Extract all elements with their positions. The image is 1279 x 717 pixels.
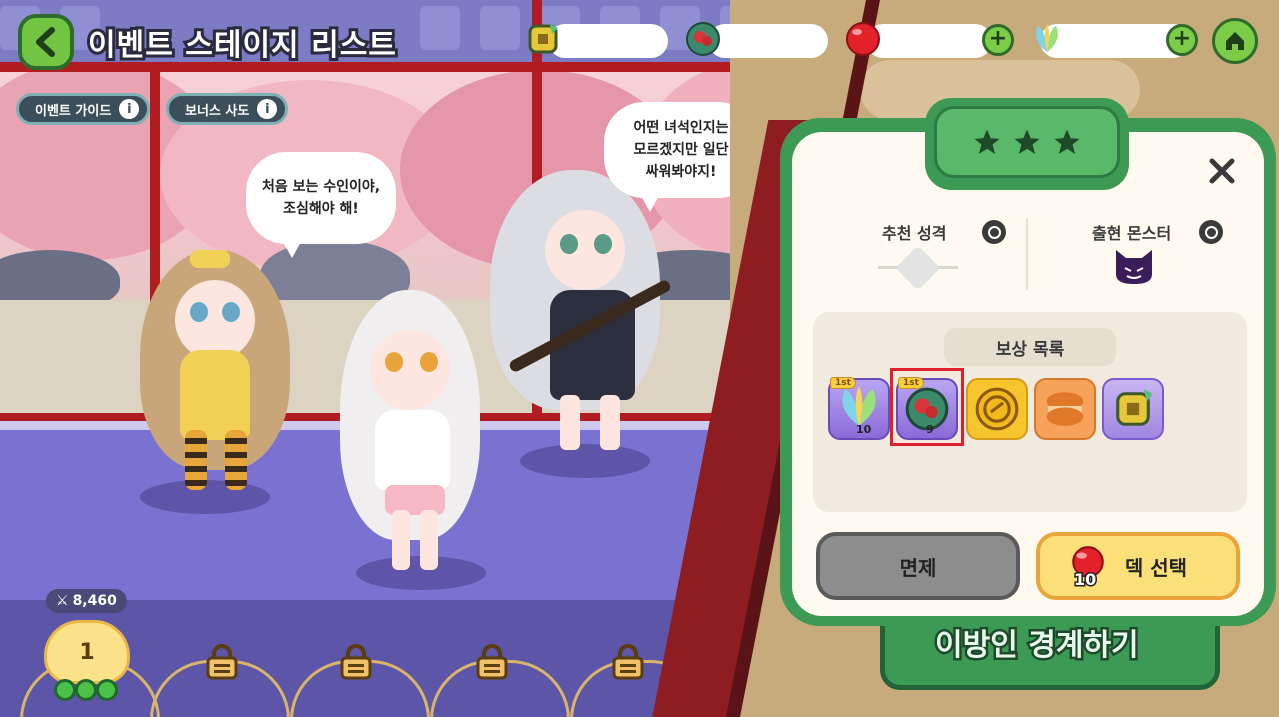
event-guide-label: 이벤트 가이드 [35, 103, 112, 119]
speech-right-text: 어떤 녀석인지는 모르겠지만 일단 싸워봐야지! [633, 120, 729, 180]
first-clear-badge: 1st [830, 377, 856, 389]
rose-orb-icon [682, 18, 724, 60]
stage-node-locked[interactable] [606, 640, 650, 684]
bonus-sado-button[interactable]: 보너스 사도 i [166, 93, 289, 125]
mission-banner-text: 이방인 경계하기 [933, 626, 1142, 666]
red-candy-icon [842, 18, 884, 60]
deck-select-button[interactable]: 덱 선택 [1036, 532, 1240, 600]
dismiss-label: 면제 [899, 555, 937, 580]
home-icon [1226, 32, 1244, 50]
lock-icon [476, 644, 508, 680]
gold-coin-icon [975, 387, 1019, 431]
reward-item-macaron[interactable] [1034, 378, 1096, 440]
bonus-sado-label: 보너스 사도 [185, 103, 250, 119]
crossed-swords-icon: ⚔ [56, 593, 69, 609]
stage-number: 1 [79, 639, 95, 665]
reward-item-gold-bell[interactable] [1102, 378, 1164, 440]
character-left [130, 250, 300, 490]
speech-bubble-left: 처음 보는 수인이야, 조심해야 해! [246, 152, 396, 258]
star-dot [54, 679, 76, 701]
speech-left-text: 처음 보는 수인이야, 조심해야 해! [261, 179, 381, 217]
lock-icon [206, 644, 238, 680]
personality-placeholder-icon [878, 245, 958, 291]
star-dot [96, 679, 118, 701]
reward-item-gold-coin[interactable] [966, 378, 1028, 440]
add-candy-button[interactable]: + [982, 24, 1014, 56]
macaron-icon [1046, 392, 1084, 426]
dismiss-button[interactable]: 면제 [816, 532, 1020, 600]
character-right [490, 170, 680, 460]
power-value: 8,460 [72, 593, 117, 609]
lock-icon [340, 644, 372, 680]
info-icon: i [257, 99, 278, 119]
monster-cat-icon[interactable] [1112, 246, 1156, 286]
gold-bell-icon [522, 18, 564, 60]
reward-qty: 10 [856, 423, 872, 436]
event-guide-button[interactable]: 이벤트 가이드 i [16, 93, 151, 125]
leaf-crystal-icon [1026, 18, 1068, 60]
power-badge: ⚔ 8,460 [46, 589, 127, 613]
info-icon: i [119, 99, 140, 119]
search-icon[interactable] [1199, 220, 1223, 244]
gold-bell-icon [1116, 389, 1153, 426]
star-icon [1054, 129, 1080, 154]
back-button[interactable] [18, 14, 74, 70]
stage-node-current[interactable]: 1 [44, 620, 130, 684]
lock-icon [612, 644, 644, 680]
selected-reward-highlight [890, 368, 964, 446]
resource-bar-bell [548, 24, 668, 58]
deck-cost-value: 10 [1072, 569, 1097, 591]
star-icon [1014, 129, 1040, 154]
search-icon[interactable] [982, 220, 1006, 244]
recommended-personality-label: 추천 성격 [882, 224, 947, 243]
star-dot [75, 679, 97, 701]
star-icon [974, 129, 1000, 154]
reward-list-title: 보상 목록 [944, 328, 1116, 366]
resource-bar-candy [866, 24, 992, 58]
add-leaf-button[interactable]: + [1166, 24, 1198, 56]
stars-display [934, 106, 1120, 178]
deck-cost: 10 [1068, 544, 1108, 592]
deck-select-label: 덱 선택 [1124, 555, 1188, 580]
stage-node-locked[interactable] [334, 640, 378, 684]
close-button[interactable] [1206, 156, 1238, 188]
close-icon [1209, 158, 1235, 184]
resource-bar-rose [708, 24, 828, 58]
stage-node-locked[interactable] [200, 640, 244, 684]
character-center [330, 290, 490, 580]
section-divider [1026, 218, 1028, 290]
reward-item-leaf-crystal[interactable]: 1st 10 [828, 377, 890, 440]
appearing-monster-label: 출현 몬스터 [1092, 224, 1172, 243]
stage-node-locked[interactable] [470, 640, 514, 684]
home-button[interactable] [1212, 18, 1258, 64]
chevron-left-icon [36, 27, 55, 57]
page-title: 이벤트 스테이지 리스트 [85, 25, 399, 66]
